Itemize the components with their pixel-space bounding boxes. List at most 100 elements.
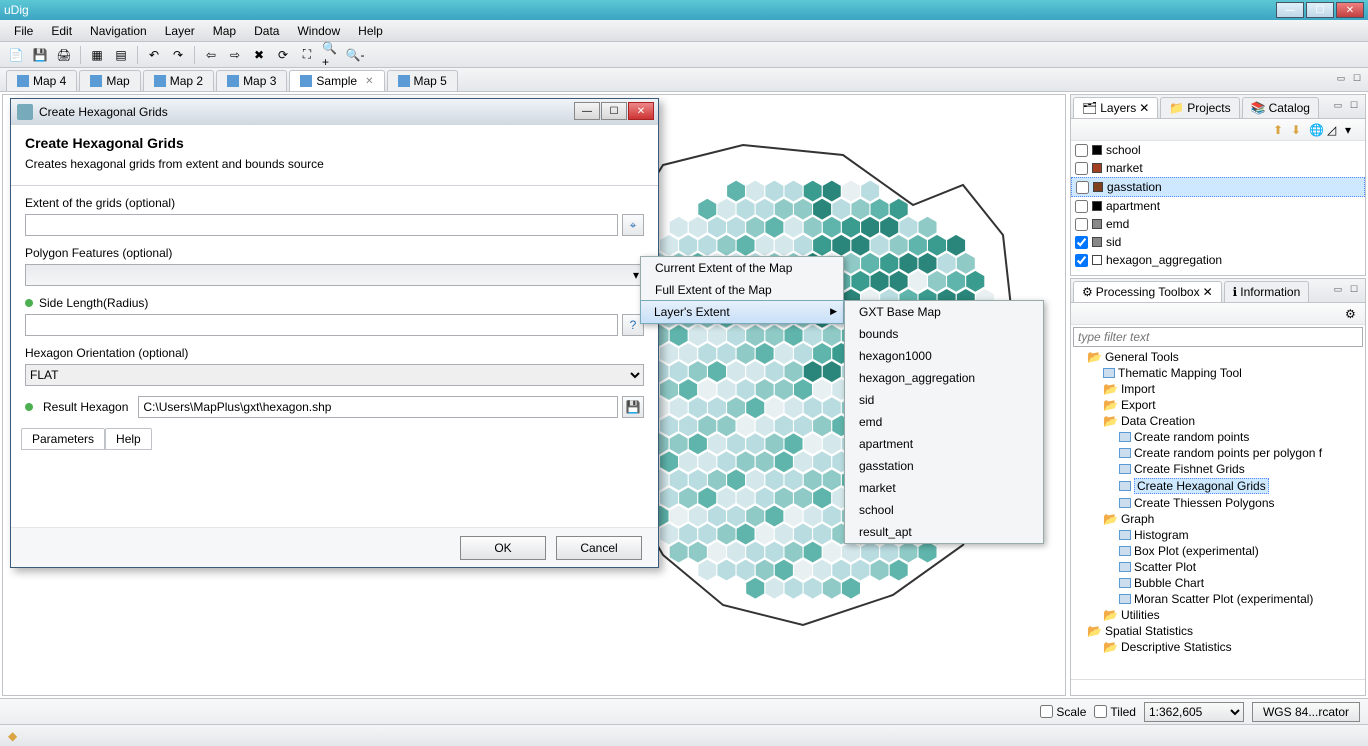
undo-icon[interactable]: ↶ (144, 45, 164, 65)
globe-icon[interactable]: 🌐 (1309, 123, 1323, 137)
print-icon[interactable]: 🖨 (54, 45, 74, 65)
tree-node[interactable]: Bubble Chart (1119, 575, 1365, 591)
extent-input[interactable] (25, 214, 618, 236)
tab-map5[interactable]: Map 5 (387, 70, 458, 91)
tree-node[interactable]: 📂Data Creation (1103, 413, 1365, 429)
tab-map[interactable]: Map (79, 70, 140, 91)
dialog-maximize-button[interactable]: ☐ (601, 102, 627, 120)
scale-select[interactable]: 1:362,605 (1144, 702, 1244, 722)
tree-node[interactable]: Moran Scatter Plot (experimental) (1119, 591, 1365, 607)
submenu-item[interactable]: GXT Base Map (845, 301, 1043, 323)
layer2-icon[interactable]: ▤ (111, 45, 131, 65)
tab-projects[interactable]: 📁 Projects (1160, 97, 1239, 118)
layer-item[interactable]: gasstation (1071, 177, 1365, 197)
perspective-icon[interactable]: ◆ (8, 729, 17, 743)
extent-icon[interactable]: ⛶ (297, 45, 317, 65)
tree-node[interactable]: 📂General Tools (1087, 349, 1365, 365)
new-icon[interactable]: 📄 (6, 45, 26, 65)
dialog-close-button[interactable]: ✕ (628, 102, 654, 120)
submenu-item[interactable]: hexagon1000 (845, 345, 1043, 367)
close-icon[interactable]: ✕ (1203, 285, 1213, 299)
crs-button[interactable]: WGS 84...rcator (1252, 702, 1360, 722)
submenu-item[interactable]: emd (845, 411, 1043, 433)
redo-icon[interactable]: ↷ (168, 45, 188, 65)
tab-layers[interactable]: 🗂 Layers ✕ (1073, 97, 1158, 118)
menu-data[interactable]: Data (246, 22, 287, 40)
layer-item[interactable]: hexagon_aggregation (1071, 251, 1365, 269)
submenu-item[interactable]: sid (845, 389, 1043, 411)
tiled-checkbox[interactable]: Tiled (1094, 705, 1136, 719)
move-up-icon[interactable]: ⬆ (1273, 123, 1287, 137)
close-button[interactable]: ✕ (1336, 2, 1364, 18)
tree-node[interactable]: 📂Import (1103, 381, 1365, 397)
refresh-icon[interactable]: ⟳ (273, 45, 293, 65)
tree-node[interactable]: 📂Graph (1103, 511, 1365, 527)
menu-help[interactable]: Help (350, 22, 391, 40)
ok-button[interactable]: OK (460, 536, 546, 560)
tab-catalog[interactable]: 📚 Catalog (1242, 97, 1319, 118)
minimize-button[interactable]: — (1276, 2, 1304, 18)
submenu-item[interactable]: gasstation (845, 455, 1043, 477)
submenu-item[interactable]: apartment (845, 433, 1043, 455)
menu-layers-extent[interactable]: Layer's Extent (640, 300, 844, 324)
layer-checkbox[interactable] (1075, 236, 1088, 249)
minimize-icon[interactable]: ▭ (1334, 71, 1348, 85)
orient-select[interactable]: FLAT (25, 364, 644, 386)
layer-checkbox[interactable] (1075, 144, 1088, 157)
maximize-icon[interactable]: ☐ (1347, 282, 1361, 296)
layer-checkbox[interactable] (1075, 254, 1088, 267)
layer-item[interactable]: sid (1071, 233, 1365, 251)
tab-processing-toolbox[interactable]: ⚙ Processing Toolbox ✕ (1073, 281, 1222, 302)
maximize-icon[interactable]: ☐ (1350, 71, 1364, 85)
menu-current-extent[interactable]: Current Extent of the Map (641, 257, 843, 279)
layer-item[interactable]: school (1071, 141, 1365, 159)
side-input[interactable] (25, 314, 618, 336)
stop-icon[interactable]: ✖ (249, 45, 269, 65)
tab-map3[interactable]: Map 3 (216, 70, 287, 91)
layer-checkbox[interactable] (1075, 200, 1088, 213)
menu-full-extent[interactable]: Full Extent of the Map (641, 279, 843, 301)
tab-map2[interactable]: Map 2 (143, 70, 214, 91)
horizontal-scrollbar[interactable] (1071, 679, 1365, 695)
menu-map[interactable]: Map (205, 22, 244, 40)
tree-node[interactable]: 📂Export (1103, 397, 1365, 413)
maximize-icon[interactable]: ☐ (1347, 98, 1361, 112)
tree-node[interactable]: Create random points per polygon f (1119, 445, 1365, 461)
layer-checkbox[interactable] (1076, 181, 1089, 194)
tab-information[interactable]: ℹ Information (1224, 281, 1310, 302)
tree-node[interactable]: Create Hexagonal Grids (1119, 477, 1365, 495)
menu-navigation[interactable]: Navigation (82, 22, 155, 40)
layer-checkbox[interactable] (1075, 162, 1088, 175)
result-input[interactable] (138, 396, 618, 418)
submenu-item[interactable]: bounds (845, 323, 1043, 345)
submenu-item[interactable]: result_apt (845, 521, 1043, 543)
layer-item[interactable]: emd (1071, 215, 1365, 233)
menu-window[interactable]: Window (289, 22, 348, 40)
menu-file[interactable]: File (6, 22, 41, 40)
zoomout-icon[interactable]: 🔍- (345, 45, 365, 65)
gear-icon[interactable]: ⚙ (1345, 307, 1359, 321)
tab-parameters[interactable]: Parameters (21, 428, 105, 450)
tree-node[interactable]: Create Fishnet Grids (1119, 461, 1365, 477)
layer-item[interactable]: apartment (1071, 197, 1365, 215)
save-icon[interactable]: 💾 (30, 45, 50, 65)
tab-sample[interactable]: Sample✕ (289, 70, 384, 91)
cancel-button[interactable]: Cancel (556, 536, 642, 560)
submenu-item[interactable]: school (845, 499, 1043, 521)
minimize-icon[interactable]: ▭ (1331, 98, 1345, 112)
zoomin-icon[interactable]: 🔍+ (321, 45, 341, 65)
filter-icon[interactable]: ▾ (1345, 123, 1359, 137)
layer-checkbox[interactable] (1075, 218, 1088, 231)
layer-icon[interactable]: ▦ (87, 45, 107, 65)
minimize-icon[interactable]: ▭ (1331, 282, 1345, 296)
tree-node[interactable]: Thematic Mapping Tool (1103, 365, 1365, 381)
tree-node[interactable]: 📂Spatial Statistics (1087, 623, 1365, 639)
submenu-item[interactable]: hexagon_aggregation (845, 367, 1043, 389)
tree-node[interactable]: Scatter Plot (1119, 559, 1365, 575)
layer-item[interactable]: market (1071, 159, 1365, 177)
polygon-dropdown[interactable]: ▾ (25, 264, 644, 286)
tab-map4[interactable]: Map 4 (6, 70, 77, 91)
toolbox-tree[interactable]: 📂General ToolsThematic Mapping Tool📂Impo… (1071, 349, 1365, 679)
tree-node[interactable]: 📂Descriptive Statistics (1103, 639, 1365, 655)
menu-edit[interactable]: Edit (43, 22, 80, 40)
